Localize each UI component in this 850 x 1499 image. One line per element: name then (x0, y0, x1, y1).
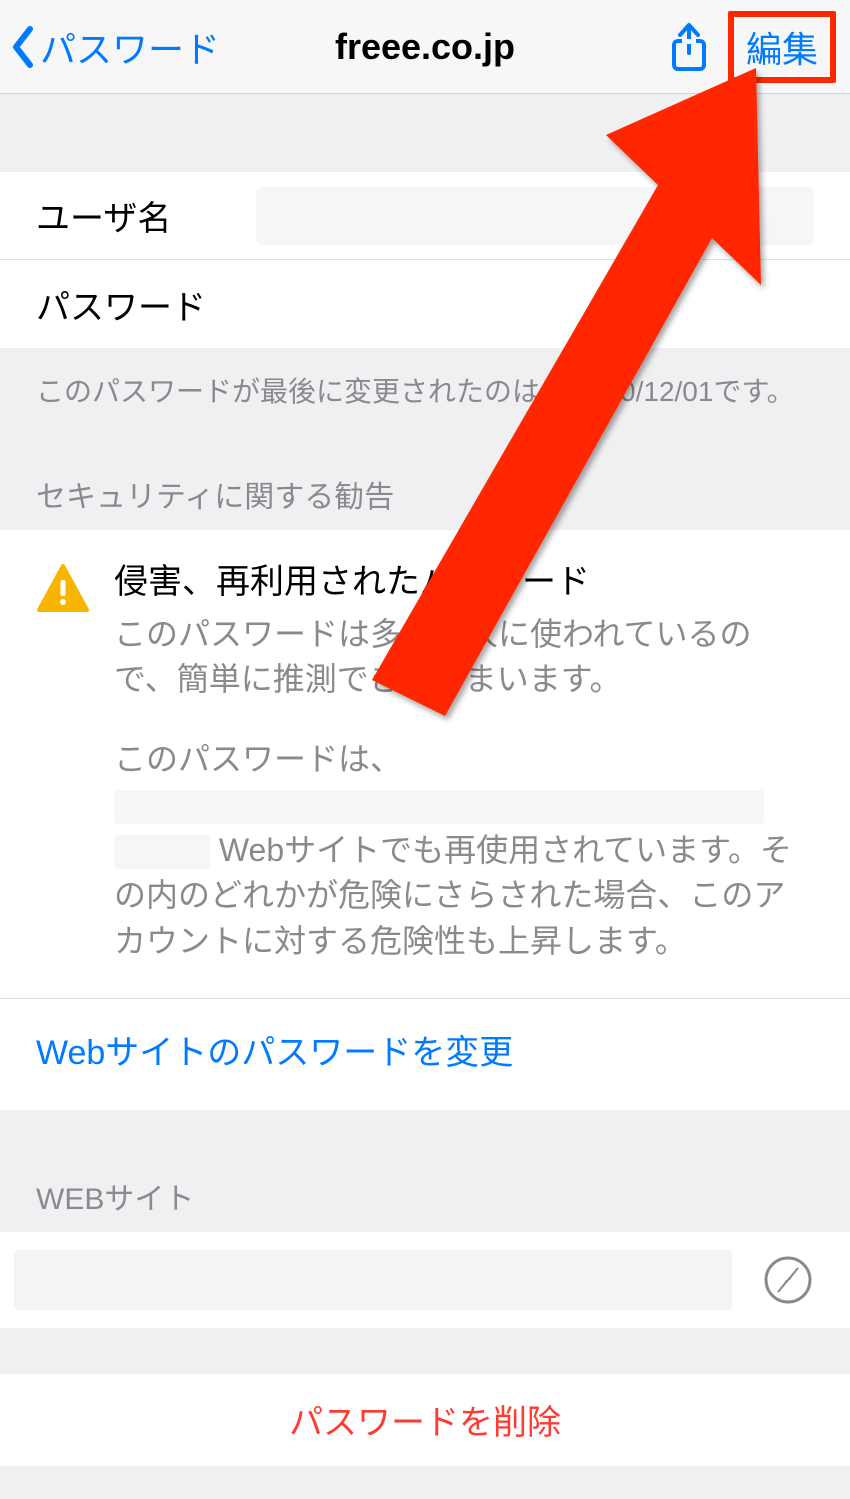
warning-description: このパスワードは多くの人に使われているので、簡単に推測できてしまいます。 (114, 612, 814, 703)
nav-right: 編集 (668, 11, 836, 83)
back-label: パスワード (40, 21, 220, 73)
security-card: 侵害、再利用されたパスワード このパスワードは多くの人に使われているので、簡単に… (0, 530, 850, 1110)
website-row[interactable] (0, 1232, 850, 1328)
website-value-redacted (14, 1250, 732, 1310)
credentials-group: ユーザ名 パスワード (0, 172, 850, 348)
last-changed-note: このパスワードが最後に変更されたのは0/12/01です。 (0, 348, 850, 432)
reuse-site-redacted-2 (114, 835, 210, 869)
username-value-redacted (256, 187, 814, 245)
page-title: freee.co.jp (335, 26, 515, 68)
share-icon (668, 21, 710, 73)
security-header: セキュリティに関する勧告 (0, 432, 850, 530)
safari-icon (762, 1254, 814, 1306)
username-row[interactable]: ユーザ名 (0, 172, 850, 260)
reuse-site-redacted (114, 790, 764, 824)
edit-button[interactable]: 編集 (728, 11, 836, 83)
warning-reuse-paragraph: このパスワードは、 Webサイトでも再使用されています。その内のどれかが危険にさ… (114, 737, 814, 964)
warning-title: 侵害、再利用されたパスワード (114, 560, 814, 606)
username-label: ユーザ名 (36, 191, 256, 240)
password-label: パスワード (36, 280, 256, 329)
share-button[interactable] (668, 21, 710, 73)
back-button[interactable]: パスワード (10, 21, 220, 73)
delete-password-button[interactable]: パスワードを削除 (0, 1374, 850, 1466)
change-password-link[interactable]: Webサイトのパスワードを変更 (0, 998, 850, 1074)
website-header: WEBサイト (0, 1110, 850, 1232)
chevron-back-icon (10, 25, 36, 69)
password-row[interactable]: パスワード (0, 260, 850, 348)
warning-icon (36, 562, 90, 616)
navigation-bar: パスワード freee.co.jp 編集 (0, 0, 850, 94)
